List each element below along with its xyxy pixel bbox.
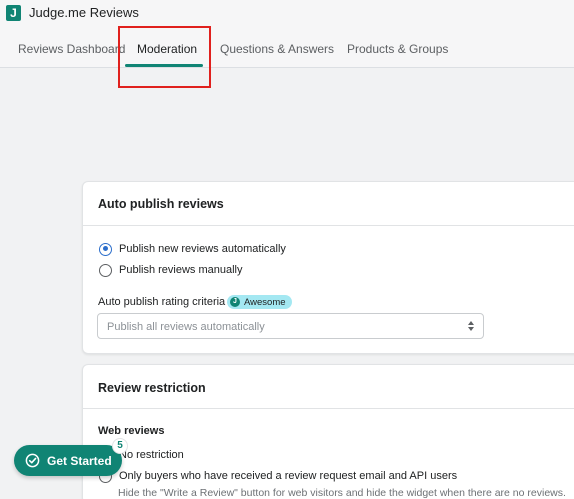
app-logo: J [6,5,21,21]
app-title: Judge.me Reviews [29,5,139,20]
radio-label: No restriction [119,449,184,461]
radio-button-checked[interactable] [99,242,112,256]
awesome-badge: J Awesome [227,295,292,309]
web-reviews-label: Web reviews [98,425,165,437]
rating-criteria-label: Auto publish rating criteria [98,296,226,308]
radio-label: Publish new reviews automatically [119,243,286,255]
radio-publish-automatically[interactable]: Publish new reviews automatically [99,241,286,257]
review-restriction-card: Review restriction Web reviews No restri… [82,364,574,499]
tab-bar: Reviews Dashboard Moderation Questions &… [0,28,574,68]
radio-publish-manually[interactable]: Publish reviews manually [99,262,243,278]
app-header: J Judge.me Reviews [0,0,574,28]
divider [83,408,574,409]
get-started-button[interactable]: Get Started [14,445,122,476]
select-arrows-icon [468,320,475,333]
help-text: Hide the "Write a Review" button for web… [118,487,566,499]
rating-criteria-select[interactable]: Publish all reviews automatically [97,313,484,339]
select-value: Publish all reviews automatically [107,321,265,333]
radio-label: Publish reviews manually [119,264,243,276]
badge-label: Awesome [244,296,286,308]
highlight-box [118,26,211,88]
card-title: Auto publish reviews [98,197,224,211]
judgeme-badge-icon: J [230,297,240,307]
tab-questions-answers[interactable]: Questions & Answers [220,42,334,56]
check-circle-icon [25,453,40,468]
tab-products-groups[interactable]: Products & Groups [347,42,448,56]
card-title: Review restriction [98,381,206,395]
notification-count-badge: 5 [112,438,128,454]
tab-reviews-dashboard[interactable]: Reviews Dashboard [18,42,125,56]
radio-only-buyers[interactable]: Only buyers who have received a review r… [99,468,457,484]
auto-publish-card: Auto publish reviews Publish new reviews… [82,181,574,354]
radio-label: Only buyers who have received a review r… [119,470,458,482]
radio-button[interactable] [99,263,112,277]
get-started-label: Get Started [47,453,112,468]
divider [83,225,574,226]
